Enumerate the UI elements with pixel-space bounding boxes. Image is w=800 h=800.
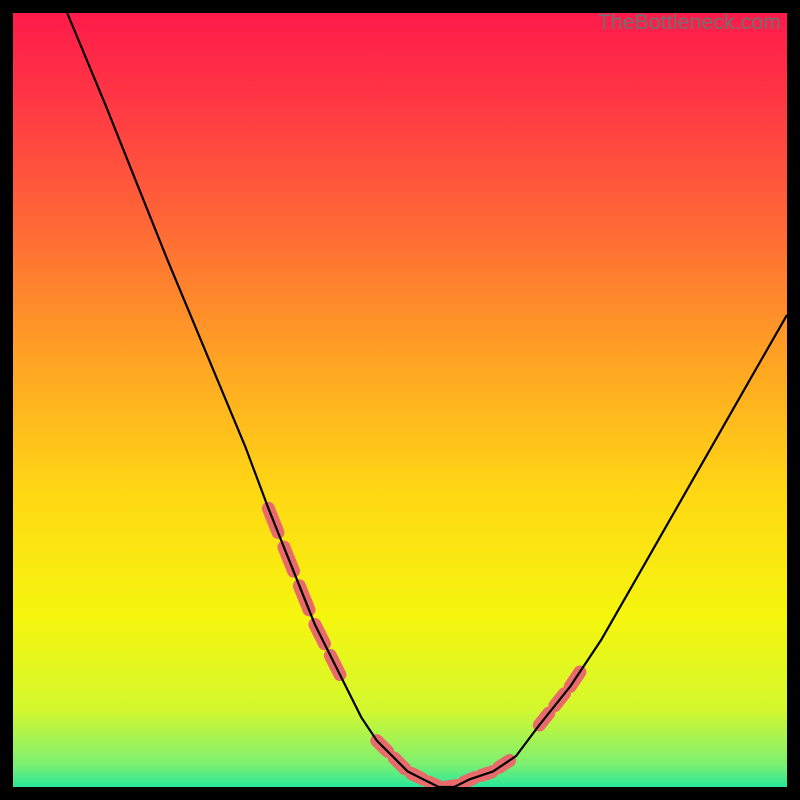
- watermark-text: TheBottleneck.com: [598, 11, 781, 35]
- chart-frame: TheBottleneck.com: [13, 13, 787, 787]
- chart-background: [13, 13, 787, 787]
- bottleneck-chart: [13, 13, 787, 787]
